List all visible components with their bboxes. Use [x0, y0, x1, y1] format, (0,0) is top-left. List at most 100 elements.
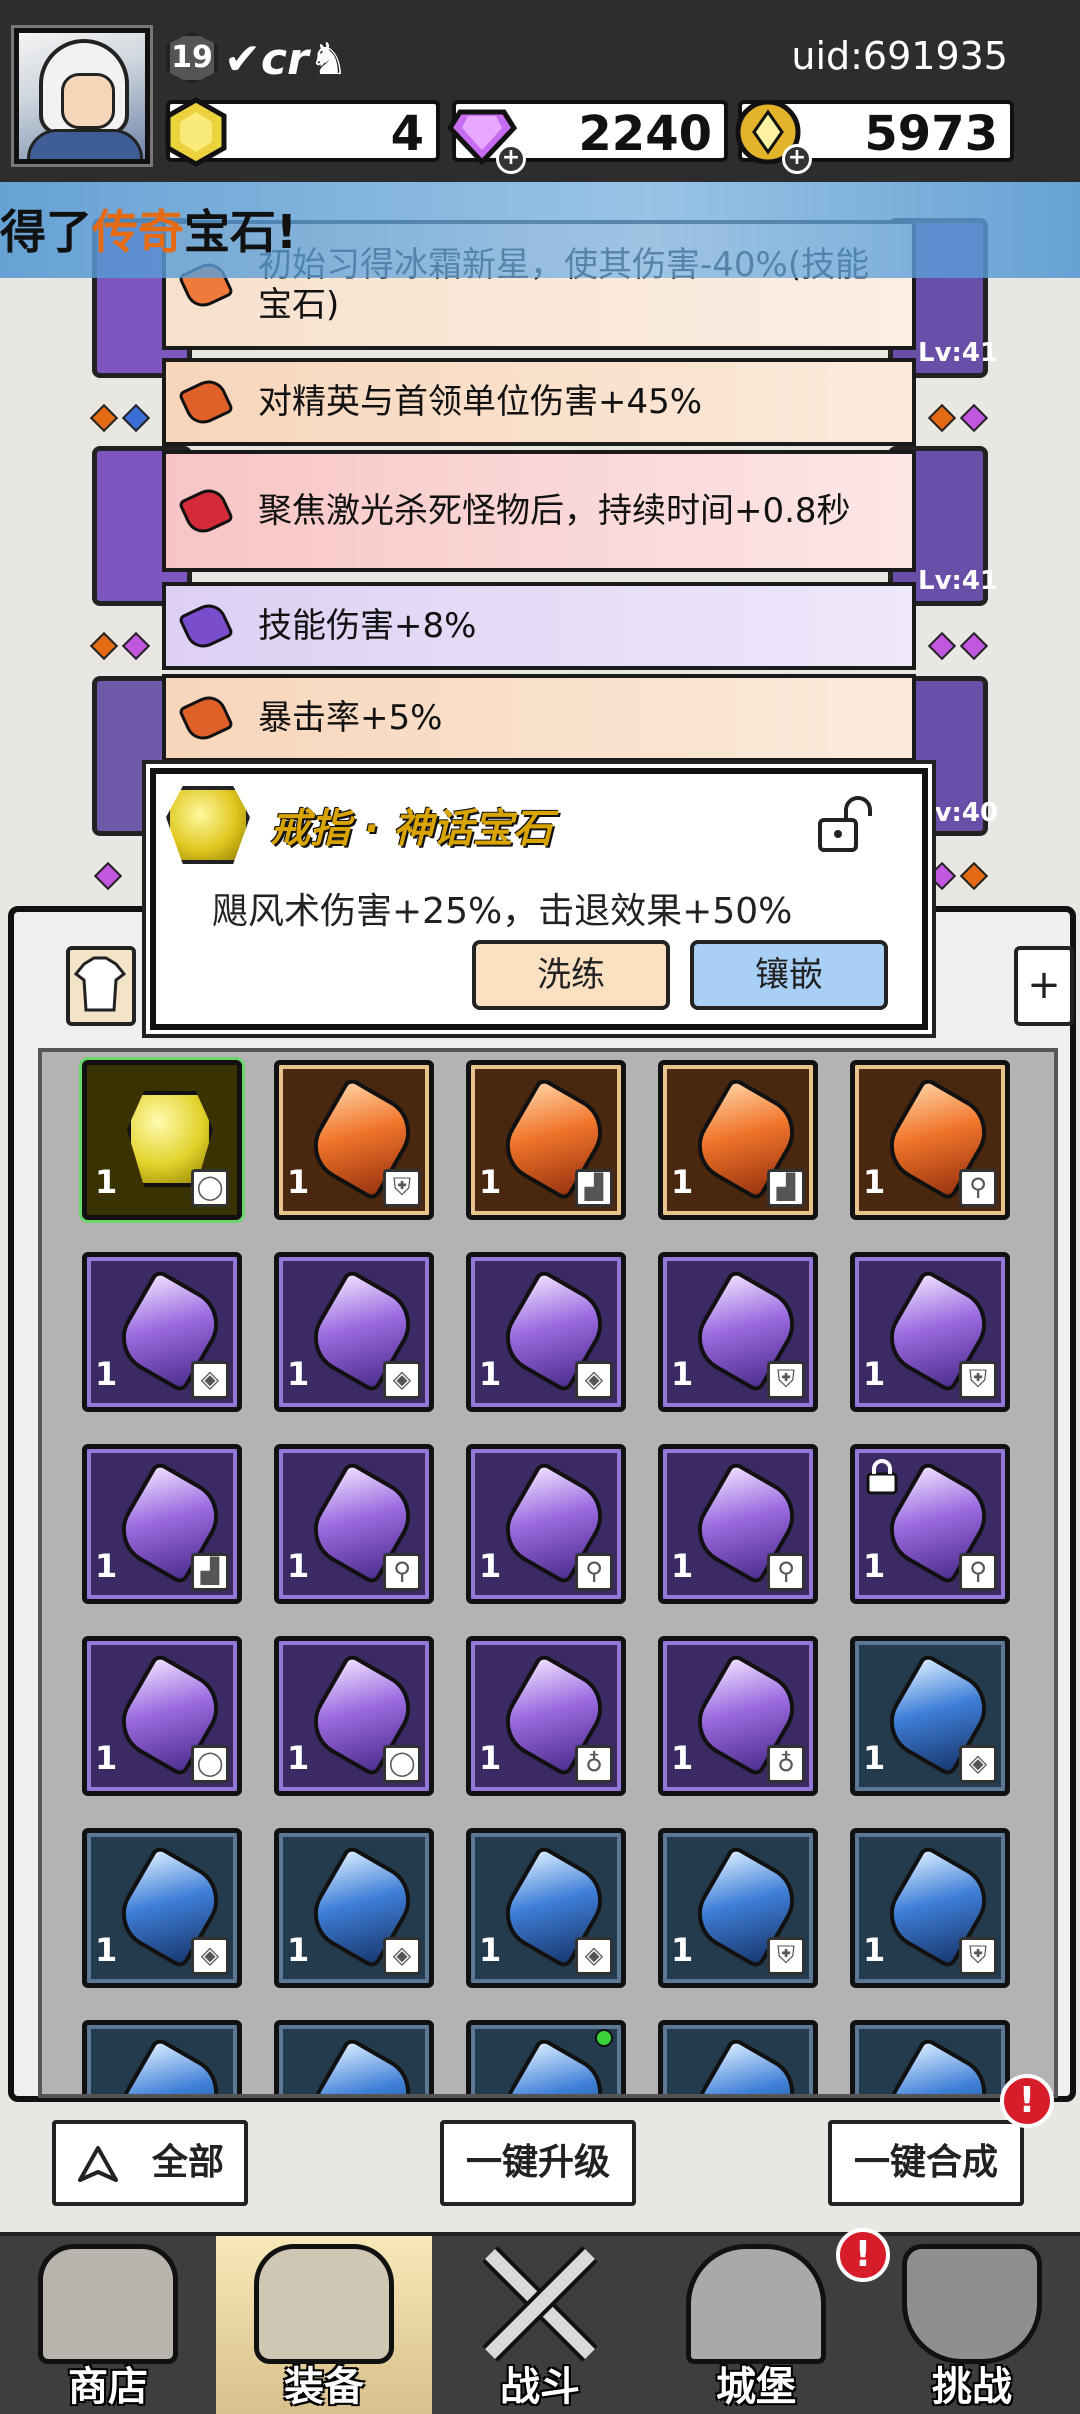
- gem-cell[interactable]: [658, 2020, 818, 2094]
- gem-cell[interactable]: 1 ◈: [466, 1828, 626, 1988]
- gem-cell[interactable]: 1 ♁: [466, 1636, 626, 1796]
- gem-cell[interactable]: 1 ◈: [466, 1252, 626, 1412]
- filter-all-button[interactable]: 全部: [52, 2120, 248, 2206]
- gem-count: 1: [671, 1931, 694, 1969]
- gem-cell[interactable]: 1 ⛨: [658, 1828, 818, 1988]
- gem-count: 1: [479, 1547, 502, 1585]
- add-gem-icon[interactable]: +: [496, 144, 526, 174]
- gem-cell[interactable]: 1 ◈: [274, 1828, 434, 1988]
- shield-icon: ◈: [191, 1361, 229, 1399]
- gold-amount: 4: [390, 106, 424, 162]
- bag-tab-equipment[interactable]: [66, 946, 136, 1026]
- coin-resource[interactable]: + 5973: [735, 99, 1014, 174]
- top-header: 19 ✔cr♞ uid:691935 4 + 2240 + 5973: [0, 0, 1080, 182]
- gem-count: 1: [287, 1739, 310, 1777]
- gem-count: 1: [863, 1931, 886, 1969]
- gem-cell[interactable]: 1 ▟: [658, 1060, 818, 1220]
- castle-icon: [686, 2244, 826, 2364]
- gem-cell[interactable]: 1 ⚲: [850, 1060, 1010, 1220]
- gem-cell[interactable]: 1 ⛨: [850, 1252, 1010, 1412]
- gem-cell[interactable]: 1 ⚲: [658, 1444, 818, 1604]
- shield-emblem-icon: [902, 2244, 1042, 2364]
- add-coin-icon[interactable]: +: [782, 144, 812, 174]
- socket-diamond-icon: [89, 403, 119, 433]
- banner-text: 得了传奇宝石!: [0, 196, 297, 262]
- bag-tab-add[interactable]: +: [1014, 946, 1074, 1026]
- gem-count: 1: [671, 1739, 694, 1777]
- ring-icon: ◯: [191, 1745, 229, 1783]
- gem-cell[interactable]: 1 ⚲: [466, 1444, 626, 1604]
- blue-gem-icon: [684, 2035, 808, 2094]
- orange-gem-icon: [177, 690, 235, 746]
- gem-stat-row: 技能伤害+8%: [162, 582, 916, 670]
- red-gem-icon: [177, 483, 235, 539]
- triangle-up-icon: [78, 2146, 118, 2182]
- nav-castle[interactable]: 城堡: [648, 2236, 864, 2414]
- gem-cell[interactable]: 1 ♁: [658, 1636, 818, 1796]
- socket-diamond-icon: [927, 861, 957, 891]
- player-uid: uid:691935: [791, 34, 1008, 78]
- gem-cell[interactable]: 1 ◈: [850, 1636, 1010, 1796]
- gem-cell[interactable]: 1 ◈: [82, 1252, 242, 1412]
- gem-cell[interactable]: [466, 2020, 626, 2094]
- nav-shop[interactable]: 商店: [0, 2236, 216, 2414]
- crossed-swords-icon: [482, 2246, 598, 2362]
- ring-icon: ◯: [383, 1745, 421, 1783]
- shirt-icon: [73, 956, 127, 1012]
- gem-cell[interactable]: 1 ◈: [82, 1828, 242, 1988]
- gem-cell[interactable]: 1 ◯: [82, 1060, 242, 1220]
- gem-cell[interactable]: 1 ⛨: [850, 1828, 1010, 1988]
- gem-cell[interactable]: 1 ▟: [82, 1444, 242, 1604]
- gem-amount: 2240: [578, 106, 712, 162]
- equip-level-label: Lv:41: [918, 338, 999, 368]
- shield-icon: ◈: [383, 1937, 421, 1975]
- player-avatar[interactable]: [11, 25, 153, 167]
- gem-count: 1: [479, 1163, 502, 1201]
- gem-count: 1: [863, 1163, 886, 1201]
- armor-icon: ⛨: [959, 1361, 997, 1399]
- gem-resource[interactable]: + 2240: [446, 100, 728, 174]
- weapon-icon: ⚲: [959, 1169, 997, 1207]
- gem-cell[interactable]: 1 ◯: [82, 1636, 242, 1796]
- weapon-icon: ⚲: [383, 1553, 421, 1591]
- gem-count: 1: [95, 1931, 118, 1969]
- gem-cell[interactable]: 1 ▟: [466, 1060, 626, 1220]
- unlock-icon[interactable]: [816, 794, 872, 854]
- boots-icon: ▟: [767, 1169, 805, 1207]
- socket-diamond-icon: [959, 403, 989, 433]
- shield-icon: ◈: [191, 1937, 229, 1975]
- coin-amount: 5973: [864, 106, 998, 162]
- lock-icon: [866, 1459, 898, 1495]
- gem-cell[interactable]: 1 ◈: [274, 1252, 434, 1412]
- gem-cell[interactable]: 1 ⛨: [658, 1252, 818, 1412]
- gem-cell[interactable]: [274, 2020, 434, 2094]
- gem-cell[interactable]: 1 ◯: [274, 1636, 434, 1796]
- weapon-icon: ⚲: [767, 1553, 805, 1591]
- gem-detail-popup: 戒指 · 神话宝石 飓风术伤害+25%，击退效果+50% 洗练 镶嵌: [150, 768, 928, 1030]
- equip-level-label: Lv:41: [918, 566, 999, 596]
- reroll-button[interactable]: 洗练: [472, 940, 670, 1010]
- player-name: ✔cr♞: [224, 34, 349, 85]
- one-click-merge-button[interactable]: 一键合成: [828, 2120, 1024, 2206]
- gem-cell[interactable]: 1 ⛨: [274, 1060, 434, 1220]
- socket-diamond-icon: [959, 631, 989, 661]
- one-click-upgrade-button[interactable]: 一键升级: [440, 2120, 636, 2206]
- gem-cell[interactable]: [850, 2020, 1010, 2094]
- gem-grid: 1 ◯ 1 ⛨ 1 ▟ 1 ▟ 1 ⚲ 1 ◈ 1 ◈ 1 ◈ 1 ⛨ 1 ⛨ 1 ▟ 1 ⚲ 1 ⚲ 1 ⚲ 1 ⚲ 1 ◯ 1 ◯ 1 ♁ 1 ♁ 1 ◈…: [38, 1048, 1058, 2098]
- gold-hexagon-icon: [165, 97, 227, 167]
- gem-cell[interactable]: 1 ⚲: [850, 1444, 1010, 1604]
- weapon-icon: ⚲: [959, 1553, 997, 1591]
- armor-icon: ⛨: [383, 1169, 421, 1207]
- socket-diamond-icon: [927, 403, 957, 433]
- inlay-button[interactable]: 镶嵌: [690, 940, 888, 1010]
- gem-cell[interactable]: [82, 2020, 242, 2094]
- weapon-icon: ⚲: [575, 1553, 613, 1591]
- nav-challenge[interactable]: 挑战: [864, 2236, 1080, 2414]
- gem-cell[interactable]: 1 ⚲: [274, 1444, 434, 1604]
- gem-stat-row: 聚焦激光杀死怪物后，持续时间+0.8秒: [162, 450, 916, 572]
- shield-icon: ◈: [575, 1361, 613, 1399]
- gem-count: 1: [95, 1355, 118, 1393]
- gem-count: 1: [95, 1163, 118, 1201]
- nav-battle[interactable]: 战斗: [432, 2236, 648, 2414]
- nav-equipment[interactable]: 装备: [216, 2236, 432, 2414]
